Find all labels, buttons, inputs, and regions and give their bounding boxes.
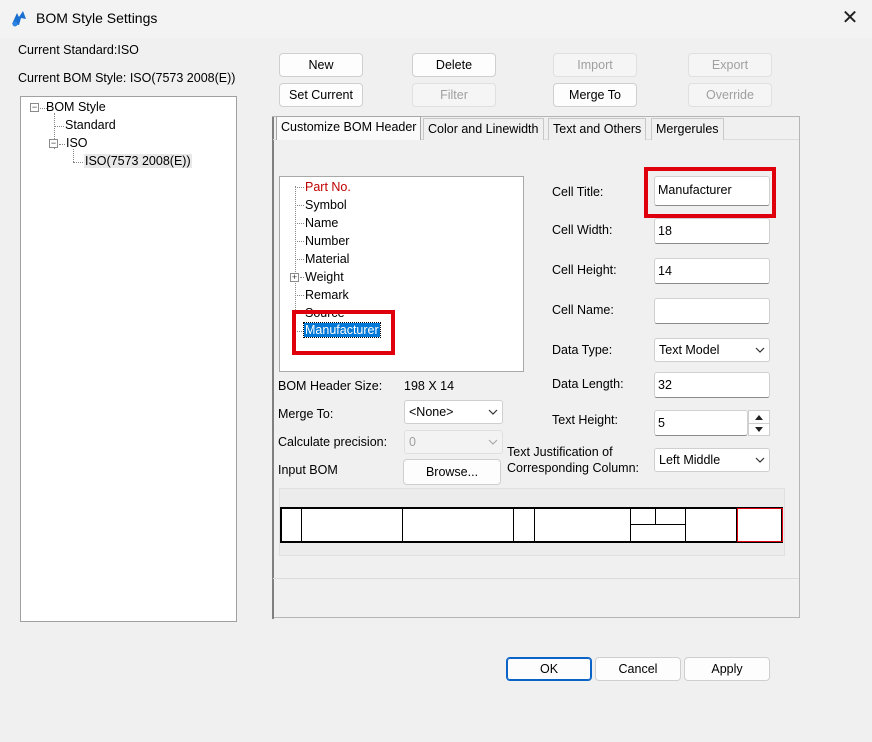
cell-name-input[interactable] <box>654 298 770 324</box>
spin-up-icon[interactable] <box>755 414 763 420</box>
bottom-strip <box>273 578 799 618</box>
list-item-symbol[interactable]: Symbol <box>305 198 347 212</box>
text-height-label: Text Height: <box>552 413 619 427</box>
expand-icon[interactable]: + <box>290 273 299 282</box>
chevron-down-icon <box>755 457 765 463</box>
tree-item-iso-7573[interactable]: ISO(7573 2008(E)) <box>84 154 192 168</box>
merge-to-select[interactable]: <None> <box>404 400 503 424</box>
text-height-input[interactable]: 5 <box>654 410 748 436</box>
merge-to-button[interactable]: Merge To <box>553 83 637 107</box>
merge-to-value: <None> <box>409 405 454 419</box>
spin-down-icon[interactable] <box>755 427 763 433</box>
close-icon[interactable]: ✕ <box>838 6 862 30</box>
text-height-spinner[interactable] <box>748 410 770 436</box>
calc-precision-select[interactable]: 0 <box>404 430 503 454</box>
input-bom-label: Input BOM <box>278 463 338 477</box>
data-type-value: Text Model <box>659 343 720 357</box>
collapse-icon[interactable]: − <box>49 139 58 148</box>
bom-header-size-value: 198 X 14 <box>404 379 455 393</box>
text-justification-value: Left Middle <box>659 453 721 467</box>
selected-cell-preview <box>737 508 783 542</box>
chevron-down-icon <box>488 409 498 415</box>
tab-text-and-others[interactable]: Text and Others <box>548 118 647 140</box>
data-type-label: Data Type: <box>552 343 613 357</box>
tree-item-iso[interactable]: ISO <box>66 136 88 150</box>
app-icon <box>12 11 26 27</box>
data-type-select[interactable]: Text Model <box>654 338 770 362</box>
merge-to-label: Merge To: <box>278 407 334 421</box>
delete-button[interactable]: Delete <box>412 53 496 77</box>
tab-color-and-linewidth[interactable]: Color and Linewidth <box>423 118 544 140</box>
import-button[interactable]: Import <box>553 53 637 77</box>
style-tree: − BOM Style Standard − ISO ISO(7573 2008… <box>20 96 237 622</box>
text-justification-label: Text Justification of <box>507 445 613 459</box>
cell-height-input[interactable]: 14 <box>654 258 770 284</box>
window-title: BOM Style Settings <box>36 10 158 26</box>
text-justification-select[interactable]: Left Middle <box>654 448 770 472</box>
calc-precision-value: 0 <box>409 435 416 449</box>
cell-name-label: Cell Name: <box>552 303 614 317</box>
list-item-weight[interactable]: Weight <box>305 270 344 284</box>
apply-button[interactable]: Apply <box>684 657 770 681</box>
cell-height-label: Cell Height: <box>552 263 617 277</box>
list-item-name[interactable]: Name <box>305 216 338 230</box>
browse-button[interactable]: Browse... <box>403 459 501 485</box>
collapse-icon[interactable]: − <box>30 103 39 112</box>
data-length-label: Data Length: <box>552 377 624 391</box>
chevron-down-icon <box>488 439 498 445</box>
highlight-box <box>292 310 395 355</box>
set-current-button[interactable]: Set Current <box>279 83 363 107</box>
export-button[interactable]: Export <box>688 53 772 77</box>
filter-button[interactable]: Filter <box>412 83 496 107</box>
new-button[interactable]: New <box>279 53 363 77</box>
tab-customize-bom-header[interactable]: Customize BOM Header <box>276 116 422 140</box>
cell-width-input[interactable]: 18 <box>654 218 770 244</box>
chevron-down-icon <box>755 347 765 353</box>
text-justification-label-2: Corresponding Column: <box>507 461 640 475</box>
cancel-button[interactable]: Cancel <box>595 657 681 681</box>
list-item-part-no[interactable]: Part No. <box>305 180 351 194</box>
bom-header-size-label: BOM Header Size: <box>278 379 383 393</box>
cell-title-label: Cell Title: <box>552 185 604 199</box>
list-item-number[interactable]: Number <box>305 234 349 248</box>
current-bom-style: Current BOM Style: ISO(7573 2008(E)) <box>18 71 236 85</box>
current-standard: Current Standard:ISO <box>18 43 139 57</box>
tree-item-bom-style[interactable]: BOM Style <box>46 100 106 114</box>
calc-precision-label: Calculate precision: <box>278 435 388 449</box>
override-button[interactable]: Override <box>688 83 772 107</box>
list-item-material[interactable]: Material <box>305 252 349 266</box>
data-length-input[interactable]: 32 <box>654 372 770 398</box>
list-item-remark[interactable]: Remark <box>305 288 349 302</box>
ok-button[interactable]: OK <box>506 657 592 681</box>
header-preview-table <box>280 507 783 543</box>
tree-item-standard[interactable]: Standard <box>65 118 116 132</box>
highlight-box <box>644 167 776 218</box>
tab-mergerules[interactable]: Mergerules <box>651 118 724 140</box>
cell-width-label: Cell Width: <box>552 223 613 237</box>
